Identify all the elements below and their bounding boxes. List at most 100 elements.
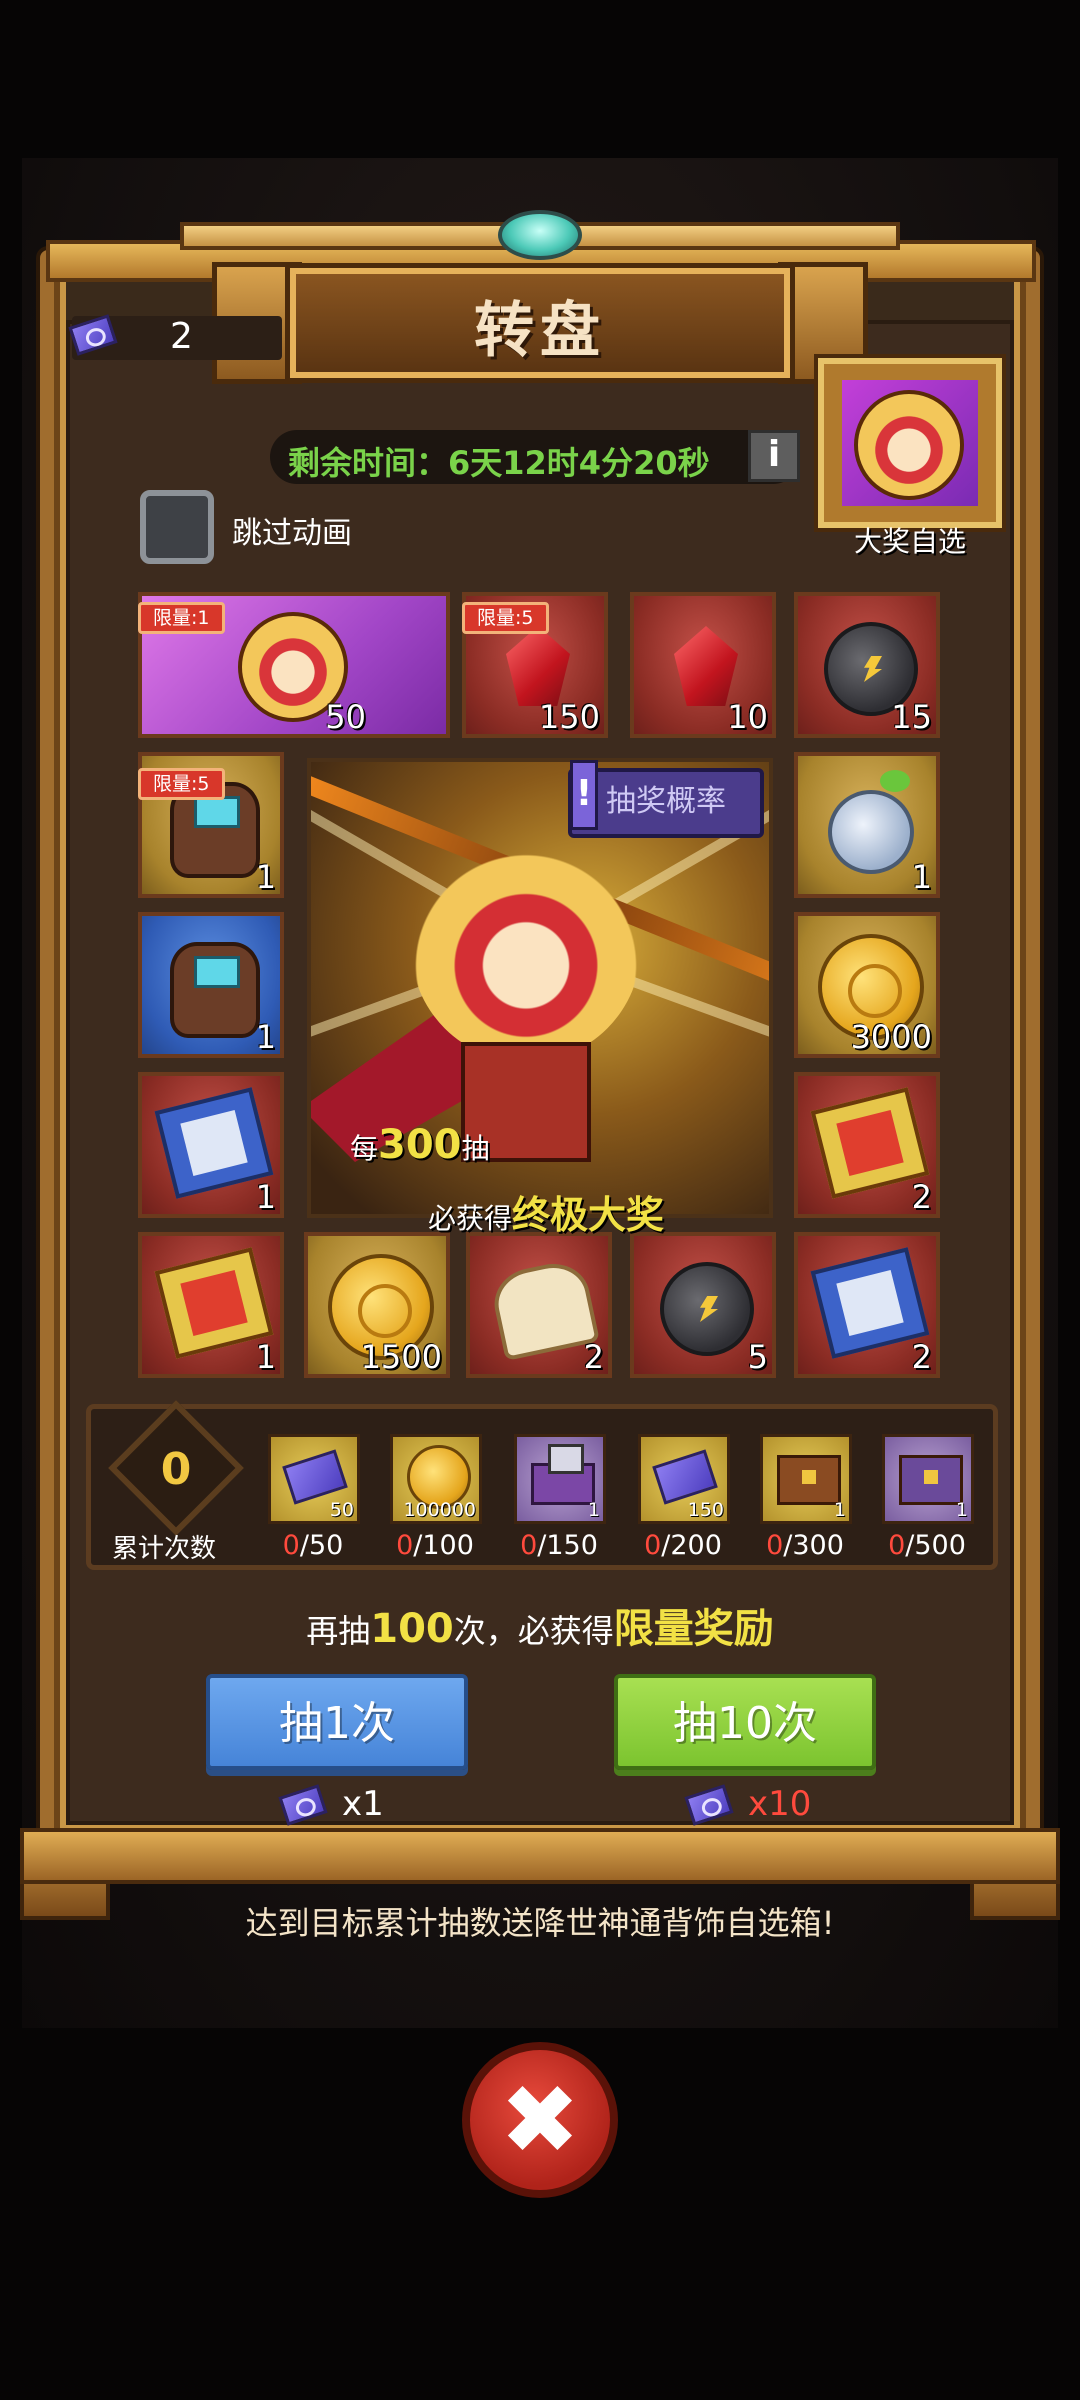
milestone-reward-coins[interactable]: 100000 bbox=[390, 1434, 482, 1524]
draw-ten-button[interactable]: 抽10次 bbox=[614, 1674, 876, 1770]
guarantee-prefix: 必获得 bbox=[428, 1202, 513, 1235]
remain-count: 100 bbox=[370, 1606, 454, 1652]
backpack-icon bbox=[170, 942, 260, 1038]
ticket-icon bbox=[282, 1449, 348, 1505]
prize-quantity: 1 bbox=[911, 858, 932, 896]
milestone-reward-note: 达到目标累计抽数送降世神通背饰自选箱! bbox=[245, 1904, 835, 1942]
milestone-reward-chest[interactable]: 1 bbox=[760, 1434, 852, 1524]
prize-cell-gold-coin: 1500 bbox=[304, 1232, 450, 1378]
prize-quantity: 1 bbox=[255, 858, 276, 896]
pity-number: 300 bbox=[378, 1122, 462, 1168]
ticket-count: 2 bbox=[170, 316, 193, 357]
milestone-current: 0 bbox=[644, 1530, 662, 1561]
prize-quantity: 1 bbox=[255, 1018, 276, 1056]
prize-cell-backpack: 1 bbox=[138, 912, 284, 1058]
grand-prize-select-label: 大奖自选 bbox=[853, 525, 966, 558]
prize-cell-gold-coin: 3000 bbox=[794, 912, 940, 1058]
prize-cell-seed: 1 bbox=[794, 752, 940, 898]
grand-prize-portrait bbox=[842, 380, 978, 506]
remaining-time: 剩余时间：6天12时4分20秒 bbox=[288, 444, 710, 482]
remain-middle: 次，必获得 bbox=[453, 1612, 614, 1650]
pity-counter-text: 每300抽 bbox=[350, 1122, 490, 1168]
draw-ten-cost: x10 bbox=[748, 1784, 812, 1824]
cat-box-icon bbox=[531, 1444, 595, 1505]
milestone-reward-qty: 100000 bbox=[403, 1499, 476, 1521]
milestone-progress: 0/500 bbox=[872, 1530, 982, 1561]
remain-prefix: 再抽 bbox=[306, 1612, 371, 1650]
prize-quantity: 150 bbox=[538, 698, 600, 736]
prize-cell-ore: 15 bbox=[794, 592, 940, 738]
frame-bottom-rail bbox=[20, 1828, 1060, 1884]
milestone-reward-qty: 50 bbox=[329, 1499, 354, 1521]
close-icon: ✖ bbox=[499, 2064, 581, 2176]
gem-icon bbox=[498, 210, 582, 260]
milestone-current: 0 bbox=[396, 1530, 414, 1561]
milestone-progress: 0/200 bbox=[628, 1530, 738, 1561]
remaining-draws-text: 再抽100次，必获得限量奖励 bbox=[0, 1596, 1080, 1654]
close-button[interactable]: ✖ bbox=[462, 2042, 618, 2198]
prize-cell-red-card-pack: 1 bbox=[138, 1232, 284, 1378]
prize-quantity: 3000 bbox=[850, 1018, 932, 1056]
milestone-progress: 0/100 bbox=[380, 1530, 490, 1561]
milestone-current: 0 bbox=[766, 1530, 784, 1561]
pity-suffix: 抽 bbox=[461, 1132, 490, 1165]
monkey-king-hero-icon bbox=[411, 832, 641, 1062]
prize-quantity: 10 bbox=[727, 698, 768, 736]
cumulative-count-label: 累计次数 bbox=[112, 1534, 217, 1564]
skip-animation-checkbox[interactable] bbox=[140, 490, 214, 564]
prize-cell-card-pack: 2 bbox=[794, 1232, 940, 1378]
prize-cell-red-crystal: 10 bbox=[630, 592, 776, 738]
prize-quantity: 1 bbox=[255, 1178, 276, 1216]
milestone-reward-tickets[interactable]: 50 bbox=[268, 1434, 360, 1524]
milestone-reward-qty: 1 bbox=[833, 1499, 846, 1521]
prize-quantity: 50 bbox=[325, 698, 366, 736]
prize-quantity: 2 bbox=[583, 1338, 604, 1376]
milestone-target: /150 bbox=[537, 1530, 598, 1561]
prize-cell-bread: 2 bbox=[466, 1232, 612, 1378]
prize-cell-monkey-king: 限量:1 50 bbox=[138, 592, 450, 738]
draw-once-button[interactable]: 抽1次 bbox=[206, 1674, 468, 1770]
ticket-icon bbox=[652, 1449, 718, 1505]
milestone-current: 0 bbox=[282, 1530, 300, 1561]
milestone-target: /500 bbox=[905, 1530, 966, 1561]
prize-quantity: 15 bbox=[891, 698, 932, 736]
milestone-reward-qty: 150 bbox=[687, 1499, 724, 1521]
prize-quantity: 2 bbox=[911, 1178, 932, 1216]
ore-icon bbox=[660, 1262, 754, 1356]
milestone-current: 0 bbox=[888, 1530, 906, 1561]
cumulative-count: 0 bbox=[160, 1444, 192, 1495]
grand-prize-select-button[interactable] bbox=[818, 358, 1002, 528]
skip-animation-label: 跳过动画 bbox=[232, 516, 352, 551]
milestone-reward-box[interactable]: 1 bbox=[514, 1434, 606, 1524]
chest-icon bbox=[777, 1455, 841, 1505]
guarantee-prize: 终极大奖 bbox=[512, 1193, 665, 1237]
info-button[interactable]: i bbox=[748, 430, 800, 482]
crystal-chest-icon bbox=[899, 1455, 963, 1505]
milestone-reward-crystal-chest[interactable]: 1 bbox=[882, 1434, 974, 1524]
milestone-target: /50 bbox=[299, 1530, 344, 1561]
monkey-king-icon bbox=[854, 390, 964, 500]
prize-cell-red-crystal-limited: 限量:5 150 bbox=[462, 592, 608, 738]
prize-cell-card-pack: 1 bbox=[138, 1072, 284, 1218]
draw-once-cost: x1 bbox=[342, 1784, 384, 1824]
milestone-current: 0 bbox=[520, 1530, 538, 1561]
milestone-target: /100 bbox=[413, 1530, 474, 1561]
milestone-progress: 0/300 bbox=[750, 1530, 860, 1561]
limit-tag: 限量:1 bbox=[138, 602, 225, 634]
milestone-target: /300 bbox=[783, 1530, 844, 1561]
prize-cell-red-card-pack: 2 bbox=[794, 1072, 940, 1218]
milestone-reward-tickets[interactable]: 150 bbox=[638, 1434, 730, 1524]
prize-cell-ore: 5 bbox=[630, 1232, 776, 1378]
pity-prefix: 每 bbox=[350, 1132, 379, 1165]
limit-tag: 限量:5 bbox=[138, 768, 225, 800]
seed-icon bbox=[828, 770, 914, 874]
prize-quantity: 1 bbox=[255, 1338, 276, 1376]
remain-reward: 限量奖励 bbox=[613, 1606, 774, 1652]
prize-cell-backpack-limited: 限量:5 1 bbox=[138, 752, 284, 898]
milestone-reward-qty: 1 bbox=[955, 1499, 968, 1521]
limit-tag: 限量:5 bbox=[462, 602, 549, 634]
page-title: 转盘 bbox=[474, 296, 606, 366]
red-crystal-icon bbox=[506, 626, 570, 706]
milestone-target: /200 bbox=[661, 1530, 722, 1561]
guarantee-text: 必获得终极大奖 bbox=[428, 1184, 664, 1239]
